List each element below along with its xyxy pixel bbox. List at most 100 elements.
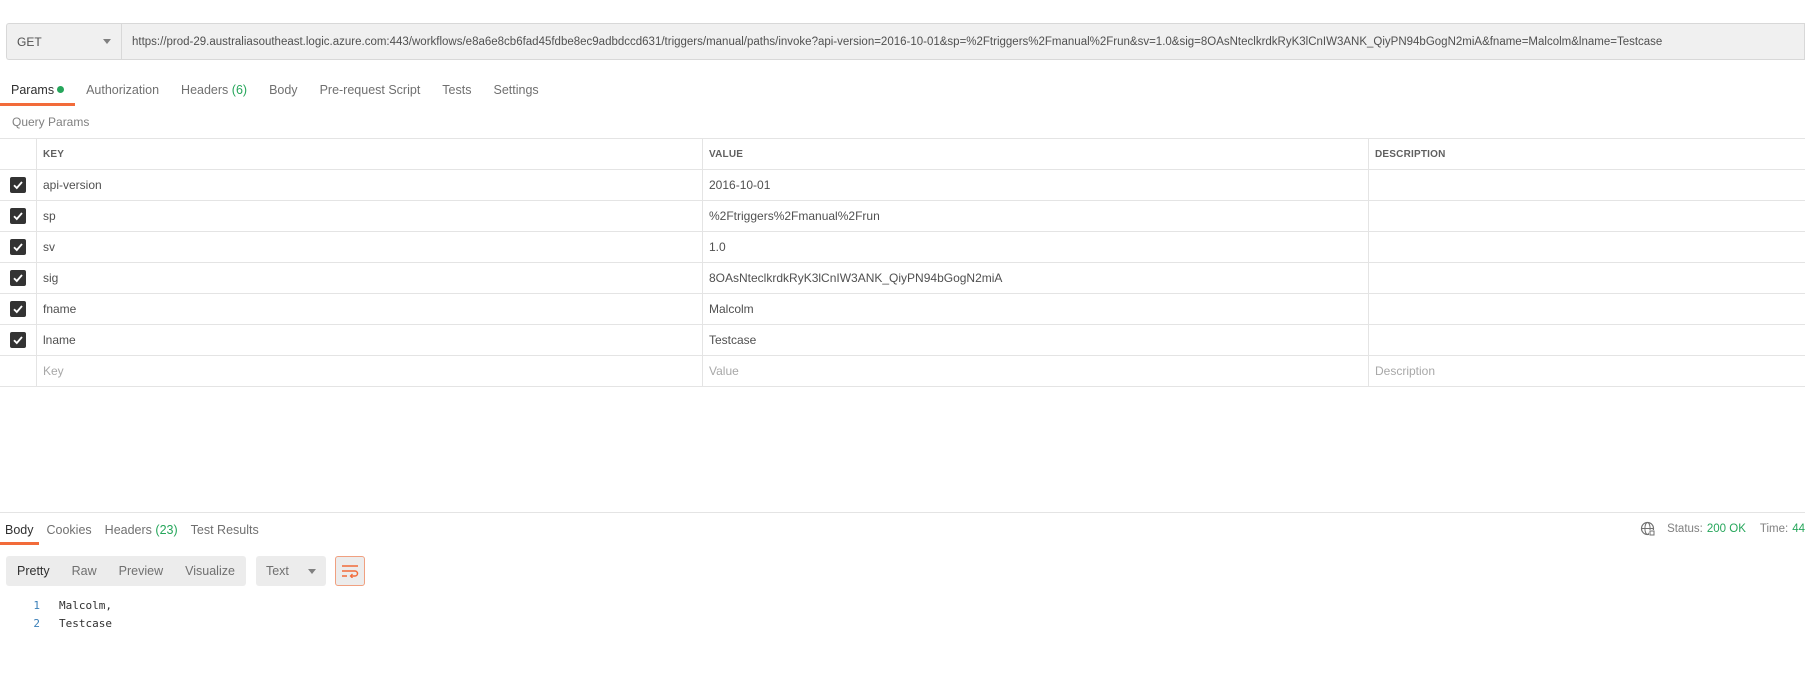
param-description[interactable] (1369, 170, 1805, 200)
param-key[interactable]: api-version (37, 170, 703, 200)
query-params-title: Query Params (12, 115, 90, 129)
response-tab-headers[interactable]: Headers (23) (100, 519, 183, 545)
view-pretty-button[interactable]: Pretty (6, 556, 61, 586)
tab-params[interactable]: Params (0, 78, 76, 106)
time-value[interactable]: 44 (1792, 523, 1805, 535)
line-number: 1 (33, 598, 40, 612)
tab-label: Headers (181, 83, 229, 97)
response-tabs: Body Cookies Headers (23) Test Results (0, 519, 267, 545)
tab-label: Tests (442, 83, 472, 97)
response-status: Status: 200 OK Time: 44 (1640, 521, 1805, 536)
code-line: 1 Malcolm, (0, 596, 112, 614)
checkbox-cell (0, 170, 37, 200)
request-tabs: Params Authorization Headers (6) Body Pr… (0, 78, 550, 106)
wrap-lines-button[interactable] (334, 556, 365, 586)
checkbox-checked-icon[interactable] (10, 270, 26, 286)
checkbox-checked-icon[interactable] (10, 177, 26, 193)
param-description[interactable] (1369, 232, 1805, 262)
request-url-bar: GET https://prod-29.australiasoutheast.l… (6, 23, 1805, 60)
checkbox-checked-icon[interactable] (10, 208, 26, 224)
param-description[interactable] (1369, 201, 1805, 231)
column-header-description: DESCRIPTION (1375, 148, 1446, 160)
param-key[interactable]: sp (37, 201, 703, 231)
active-dot-icon (57, 86, 65, 94)
new-param-row: Key Value Description (0, 356, 1805, 387)
param-value[interactable]: %2Ftriggers%2Fmanual%2Frun (703, 201, 1369, 231)
checkbox-cell (0, 263, 37, 293)
tab-label: Params (11, 83, 55, 97)
response-headers-count: (23) (155, 523, 178, 537)
checkbox-checked-icon[interactable] (10, 332, 26, 348)
param-value[interactable]: Malcolm (703, 294, 1369, 324)
param-description[interactable] (1369, 325, 1805, 355)
tab-body[interactable]: Body (258, 78, 309, 106)
table-row: sp %2Ftriggers%2Fmanual%2Frun (0, 201, 1805, 232)
tab-settings[interactable]: Settings (482, 78, 549, 106)
format-label: Text (265, 564, 289, 578)
new-value-input[interactable]: Value (703, 356, 1369, 386)
checkbox-checked-icon[interactable] (10, 239, 26, 255)
table-row: fname Malcolm (0, 294, 1805, 325)
table-row: sv 1.0 (0, 232, 1805, 263)
checkbox-cell (0, 201, 37, 231)
code-text: Malcolm, (59, 598, 112, 612)
response-tab-cookies[interactable]: Cookies (42, 519, 97, 545)
table-header-row: KEY VALUE DESCRIPTION (0, 139, 1805, 170)
param-value[interactable]: Testcase (703, 325, 1369, 355)
param-key[interactable]: fname (37, 294, 703, 324)
globe-icon[interactable] (1640, 521, 1656, 536)
status-label: Status: (1667, 522, 1703, 535)
headers-count-badge: (6) (231, 83, 248, 97)
tab-label: Authorization (86, 83, 160, 97)
tab-tests[interactable]: Tests (431, 78, 482, 106)
tab-pre-request-script[interactable]: Pre-request Script (309, 78, 432, 106)
method-label: GET (17, 34, 42, 49)
wrap-lines-icon (341, 565, 359, 578)
table-row: sig 8OAsNteclkrdkRyK3lCnIW3ANK_QiyPN94bG… (0, 263, 1805, 294)
params-table: KEY VALUE DESCRIPTION api-version 2016-1… (0, 138, 1805, 387)
column-header-value: VALUE (703, 139, 1369, 169)
table-row: api-version 2016-10-01 (0, 170, 1805, 201)
chevron-down-icon (103, 39, 111, 44)
checkbox-cell (0, 325, 37, 355)
checkbox-checked-icon[interactable] (10, 301, 26, 317)
line-number: 2 (33, 616, 40, 630)
param-description[interactable] (1369, 263, 1805, 293)
param-key[interactable]: lname (37, 325, 703, 355)
code-text: Testcase (59, 616, 112, 630)
empty-checkbox-cell (0, 356, 37, 386)
table-row: lname Testcase (0, 325, 1805, 356)
param-value[interactable]: 8OAsNteclkrdkRyK3lCnIW3ANK_QiyPN94bGogN2… (703, 263, 1369, 293)
tab-label: Pre-request Script (319, 83, 421, 97)
header-checkbox-cell (0, 139, 37, 169)
url-input[interactable]: https://prod-29.australiasoutheast.logic… (121, 23, 1805, 60)
new-description-input[interactable]: Description (1369, 356, 1805, 386)
tab-authorization[interactable]: Authorization (75, 78, 170, 106)
param-value[interactable]: 2016-10-01 (703, 170, 1369, 200)
param-description[interactable] (1369, 294, 1805, 324)
status-value[interactable]: 200 OK (1707, 523, 1746, 535)
chevron-down-icon (307, 568, 316, 574)
view-raw-button[interactable]: Raw (61, 556, 108, 586)
tab-label: Body (269, 83, 298, 97)
param-value[interactable]: 1.0 (703, 232, 1369, 262)
param-key[interactable]: sv (37, 232, 703, 262)
tab-label: Settings (493, 83, 539, 97)
new-key-input[interactable]: Key (37, 356, 703, 386)
time-label: Time: (1759, 522, 1789, 535)
code-line: 2 Testcase (0, 614, 112, 632)
checkbox-cell (0, 232, 37, 262)
response-divider[interactable] (0, 512, 1805, 513)
view-visualize-button[interactable]: Visualize (174, 556, 246, 586)
tab-label: Headers (104, 523, 152, 537)
method-select[interactable]: GET (6, 23, 121, 60)
format-select[interactable]: Text (255, 556, 326, 586)
response-body-editor[interactable]: 1 Malcolm, 2 Testcase (0, 596, 112, 632)
view-preview-button[interactable]: Preview (108, 556, 174, 586)
response-tab-test-results[interactable]: Test Results (186, 519, 264, 545)
param-key[interactable]: sig (37, 263, 703, 293)
checkbox-cell (0, 294, 37, 324)
tab-headers[interactable]: Headers (6) (170, 78, 258, 106)
response-tab-body[interactable]: Body (0, 519, 39, 545)
response-view-toolbar: Pretty Raw Preview Visualize Text (6, 556, 365, 586)
